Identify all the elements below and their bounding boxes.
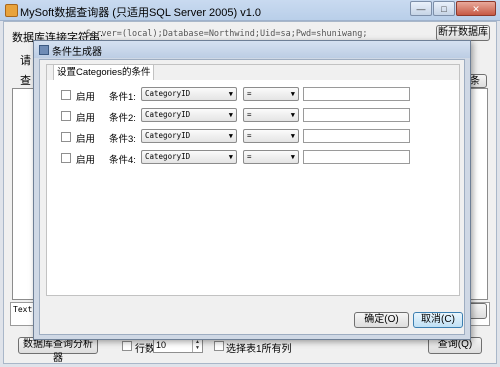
cancel-button[interactable]: 取消(C) xyxy=(413,312,463,328)
chevron-down-icon: ▼ xyxy=(290,153,295,161)
minimize-icon[interactable]: — xyxy=(410,1,432,16)
value-input-4[interactable] xyxy=(303,150,410,164)
enable-checkbox-4[interactable] xyxy=(61,153,71,163)
chevron-down-icon: ▼ xyxy=(228,153,233,161)
field-select-1[interactable]: CategoryID ▼ xyxy=(141,87,237,101)
condition-builder-dialog: 条件生成器 启用 条件1: CategoryID ▼ = ▼ 启用 条件2: Cat… xyxy=(33,40,471,340)
operator-value-3: = xyxy=(247,131,252,140)
select-all-label: 选择表1所有列 xyxy=(226,344,292,355)
condition-label-3: 条件3: xyxy=(109,134,136,145)
app-icon xyxy=(5,4,18,17)
dialog-title-bar: 条件生成器 xyxy=(34,41,470,58)
dialog-client: 启用 条件1: CategoryID ▼ = ▼ 启用 条件2: CategoryI… xyxy=(39,59,465,335)
condition-label-1: 条件1: xyxy=(109,92,136,103)
field-select-4[interactable]: CategoryID ▼ xyxy=(141,150,237,164)
field-value-3: CategoryID xyxy=(145,131,191,140)
condition-label-4: 条件4: xyxy=(109,155,136,166)
window-controls: — □ ✕ xyxy=(409,1,496,17)
operator-select-3[interactable]: = ▼ xyxy=(243,129,299,143)
operator-value-1: = xyxy=(247,89,252,98)
dialog-icon xyxy=(39,45,49,55)
close-icon[interactable]: ✕ xyxy=(456,1,496,16)
chevron-down-icon: ▼ xyxy=(228,132,233,140)
rows-label: 行数 xyxy=(135,344,155,355)
operator-select-2[interactable]: = ▼ xyxy=(243,108,299,122)
window-title: MySoft数据查询器 (只适用SQL Server 2005) v1.0 xyxy=(20,7,262,19)
field-value-4: CategoryID xyxy=(145,152,191,161)
field-value-2: CategoryID xyxy=(145,110,191,119)
rows-checkbox[interactable] xyxy=(122,341,132,351)
side-label-1: 请 xyxy=(20,55,31,67)
enable-checkbox-1[interactable] xyxy=(61,90,71,100)
chevron-down-icon: ▼ xyxy=(228,111,233,119)
field-select-2[interactable]: CategoryID ▼ xyxy=(141,108,237,122)
field-value-1: CategoryID xyxy=(145,89,191,98)
condition-row-3: 启用 条件3: CategoryID ▼ = ▼ xyxy=(47,129,459,145)
condition-row-4: 启用 条件4: CategoryID ▼ = ▼ xyxy=(47,150,459,166)
spinner-arrows-icon[interactable]: ▲ ▼ xyxy=(192,339,202,352)
connection-string-value: Server=(local);Database=Northwind;Uid=sa… xyxy=(86,29,368,39)
operator-select-4[interactable]: = ▼ xyxy=(243,150,299,164)
value-input-2[interactable] xyxy=(303,108,410,122)
condition-label-2: 条件2: xyxy=(109,113,136,124)
enable-checkbox-2[interactable] xyxy=(61,111,71,121)
enable-label-1: 启用 xyxy=(76,92,96,103)
dialog-title: 条件生成器 xyxy=(52,47,102,58)
operator-value-4: = xyxy=(247,152,252,161)
tab-categories-conditions[interactable]: 设置Categories的条件 xyxy=(53,64,155,80)
operator-select-1[interactable]: = ▼ xyxy=(243,87,299,101)
rows-value: 10 xyxy=(156,340,167,350)
enable-label-3: 启用 xyxy=(76,134,96,145)
ok-button[interactable]: 确定(O) xyxy=(354,312,409,328)
value-input-1[interactable] xyxy=(303,87,410,101)
value-input-3[interactable] xyxy=(303,129,410,143)
maximize-icon[interactable]: □ xyxy=(433,1,455,16)
select-all-checkbox[interactable] xyxy=(214,341,224,351)
rows-spinner[interactable]: 10 ▲ ▼ xyxy=(153,338,203,353)
enable-checkbox-3[interactable] xyxy=(61,132,71,142)
chevron-down-icon: ▼ xyxy=(290,90,295,98)
chevron-down-icon: ▼ xyxy=(290,111,295,119)
disconnect-button[interactable]: 断开数据库 xyxy=(436,25,490,41)
condition-tab-panel: 启用 条件1: CategoryID ▼ = ▼ 启用 条件2: CategoryI… xyxy=(46,64,460,296)
chevron-down-icon: ▼ xyxy=(228,90,233,98)
chevron-down-icon: ▼ xyxy=(290,132,295,140)
operator-value-2: = xyxy=(247,110,252,119)
condition-row-1: 启用 条件1: CategoryID ▼ = ▼ xyxy=(47,87,459,103)
condition-row-2: 启用 条件2: CategoryID ▼ = ▼ xyxy=(47,108,459,124)
enable-label-2: 启用 xyxy=(76,113,96,124)
text-strip-label: Text xyxy=(13,305,33,314)
tab-body: 启用 条件1: CategoryID ▼ = ▼ 启用 条件2: CategoryI… xyxy=(47,80,459,295)
side-label-2: 查 xyxy=(20,75,31,87)
enable-label-4: 启用 xyxy=(76,155,96,166)
field-select-3[interactable]: CategoryID ▼ xyxy=(141,129,237,143)
main-title-bar: MySoft数据查询器 (只适用SQL Server 2005) v1.0 — … xyxy=(0,0,500,21)
